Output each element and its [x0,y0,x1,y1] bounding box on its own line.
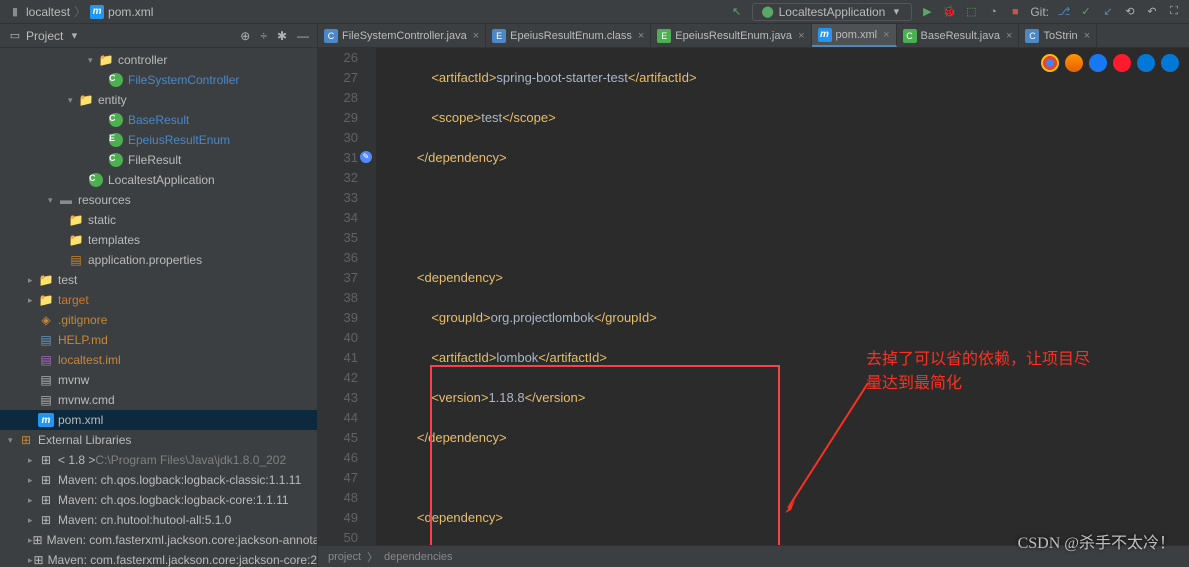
run-icon[interactable]: ▶ [920,5,934,19]
tree-row[interactable]: ▸⊞< 1.8 > C:\Program Files\Java\jdk1.8.0… [0,450,317,470]
close-icon[interactable]: × [638,30,644,42]
editor-tabs: CFileSystemController.java× EEpeiusResul… [318,24,1189,48]
tree-row[interactable]: ▾📁controller [0,50,317,70]
tab-file[interactable]: CToStrin× [1019,24,1097,47]
code-content[interactable]: <artifactId>spring-boot-starter-test</ar… [376,48,720,545]
git-branch-icon[interactable]: ⎇ [1057,5,1071,19]
tree-row[interactable]: EEpeiusResultEnum [0,130,317,150]
tree-row[interactable]: ▾⊞External Libraries [0,430,317,450]
tree-row[interactable]: ▤HELP.md [0,330,317,350]
edge-icon[interactable] [1161,54,1179,72]
tree-row[interactable]: CBaseResult [0,110,317,130]
tab-file[interactable]: CBaseResult.java× [897,24,1020,47]
tree-row-pom[interactable]: mpom.xml [0,410,317,430]
app-icon: ⬤ [761,5,775,19]
coverage-icon[interactable]: ⬚ [964,5,978,19]
editor-area: CFileSystemController.java× EEpeiusResul… [318,24,1189,567]
close-icon[interactable]: × [883,29,889,41]
tree-row[interactable]: ▸⊞Maven: ch.qos.logback:logback-classic:… [0,470,317,490]
settings-icon[interactable]: ✱ [277,29,287,43]
chrome-icon[interactable] [1041,54,1059,72]
close-icon[interactable]: × [1006,30,1012,42]
nav-sep: 〉 [74,3,86,20]
git-label: Git: [1030,5,1049,19]
java-class-icon: C [903,29,917,43]
ie-icon[interactable] [1137,54,1155,72]
java-enum-icon: E [492,29,506,43]
search-icon[interactable]: ⛶ [1167,5,1181,19]
run-config-label: LocaltestApplication [779,5,886,19]
project-sidebar: ▭ Project ▾ ⊕ ÷ ✱ — ▾📁controller CFileSy… [0,24,318,567]
close-icon[interactable]: × [1084,30,1090,42]
tree-row[interactable]: ▸📁test [0,270,317,290]
crumb-item[interactable]: project [328,551,361,563]
annotation-text: 去掉了可以省的依赖，让项目尽量达到最简化 [866,348,1090,396]
java-enum-icon: E [657,29,671,43]
tree-row[interactable]: CFileResult [0,150,317,170]
tab-file-active[interactable]: mpom.xml× [812,24,897,47]
project-folder-icon: ▮ [8,5,22,19]
tree-row[interactable]: 📁templates [0,230,317,250]
git-history-icon[interactable]: ⟲ [1123,5,1137,19]
java-class-icon: C [324,29,338,43]
close-icon[interactable]: × [473,30,479,42]
git-commit-icon[interactable]: ✓ [1079,5,1093,19]
nav-project[interactable]: localtest [26,5,70,19]
tree-row[interactable]: ▸⊞Maven: com.fasterxml.jackson.core:jack… [0,550,317,567]
hide-icon[interactable]: — [297,29,309,43]
tab-file[interactable]: CFileSystemController.java× [318,24,486,47]
tree-row[interactable]: ▤mvnw [0,370,317,390]
tree-row[interactable]: ▸⊞Maven: cn.hutool:hutool-all:5.1.0 [0,510,317,530]
tree-row[interactable]: CFileSystemController [0,70,317,90]
tree-row[interactable]: ▸📁target [0,290,317,310]
expand-icon[interactable]: ÷ [260,29,267,43]
run-config-selector[interactable]: ⬤ LocaltestApplication ▾ [752,3,913,21]
sidebar-header: ▭ Project ▾ ⊕ ÷ ✱ — [0,24,317,48]
chevron-down-icon: ▾ [889,5,903,19]
java-class-icon: C [1025,29,1039,43]
tab-file[interactable]: EEpeiusResultEnum.java× [651,24,811,47]
tree-row[interactable]: ▾📁entity [0,90,317,110]
navigation-bar: ▮ localtest 〉 m pom.xml ↖ ⬤ LocaltestApp… [0,0,1189,24]
project-tree: ▾📁controller CFileSystemController ▾📁ent… [0,48,317,567]
stop-icon[interactable]: ■ [1008,5,1022,19]
tree-row[interactable]: CLocaltestApplication [0,170,317,190]
safari-icon[interactable] [1089,54,1107,72]
git-revert-icon[interactable]: ↶ [1145,5,1159,19]
tab-file[interactable]: EEpeiusResultEnum.class× [486,24,651,47]
opera-icon[interactable] [1113,54,1131,72]
git-update-icon[interactable]: ↙ [1101,5,1115,19]
debug-icon[interactable]: 🐞 [942,5,956,19]
tree-row[interactable]: ◈.gitignore [0,310,317,330]
collapse-icon[interactable]: ⊕ [240,29,250,43]
tree-row[interactable]: ▾▬resources [0,190,317,210]
tree-row[interactable]: ▸⊞Maven: com.fasterxml.jackson.core:jack… [0,530,317,550]
annotation-arrow [783,378,873,518]
close-icon[interactable]: × [798,30,804,42]
hammer-icon[interactable]: ↖ [730,5,744,19]
firefox-icon[interactable] [1065,54,1083,72]
chevron-down-icon[interactable]: ▾ [67,29,81,43]
project-icon: ▭ [8,29,22,43]
gutter-marker-icon[interactable]: ✎ [360,151,372,163]
tree-row[interactable]: ▤mvnw.cmd [0,390,317,410]
line-gutter: 2627282930 3132333435 3637383940 4142434… [318,48,376,545]
tree-row[interactable]: ▸⊞Maven: ch.qos.logback:logback-core:1.1… [0,490,317,510]
sidebar-title[interactable]: Project [26,29,63,43]
tree-row[interactable]: 📁static [0,210,317,230]
code-editor[interactable]: 2627282930 3132333435 3637383940 4142434… [318,48,1189,545]
crumb-sep: 〉 [367,549,378,565]
watermark: CSDN @杀手不太冷！ [1018,529,1175,553]
maven-icon: m [90,5,104,19]
maven-icon: m [818,28,832,42]
nav-file[interactable]: pom.xml [108,5,153,19]
crumb-item[interactable]: dependencies [384,551,453,563]
profile-icon[interactable]: ◔ [986,5,1000,19]
tree-row[interactable]: ▤application.properties [0,250,317,270]
browser-preview-icons [1041,54,1179,72]
tree-row[interactable]: ▤localtest.iml [0,350,317,370]
